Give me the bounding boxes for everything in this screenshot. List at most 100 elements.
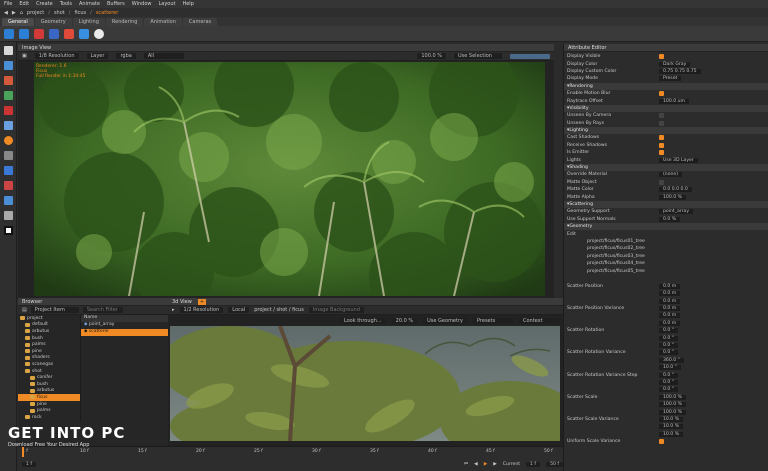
presets-select[interactable]: Presets: [473, 317, 513, 324]
attr-value[interactable]: 0.0 m: [659, 291, 681, 297]
tree-item[interactable]: rock: [18, 414, 80, 421]
box-icon[interactable]: [34, 28, 44, 39]
render-icon[interactable]: [64, 28, 74, 39]
timeline[interactable]: 1 f 10 f 15 f 20 f 25 f 30 f 35 f 40 f 45 f 50 f …: [18, 446, 563, 471]
menu-window[interactable]: Window: [132, 1, 152, 7]
attr-value[interactable]: 0.0 °: [659, 328, 679, 334]
attr-value[interactable]: Preset: [659, 76, 682, 82]
light-icon[interactable]: [94, 28, 104, 39]
attr-value[interactable]: 100.0 um: [659, 98, 689, 104]
use-geometry-toggle[interactable]: Use Geometry: [423, 317, 467, 324]
attr-value[interactable]: 0.0 °: [659, 343, 679, 349]
3d-zoom-field[interactable]: 20.0 %: [391, 317, 418, 324]
attr-section[interactable]: ▾ Shading: [564, 163, 768, 172]
menu-animate[interactable]: Animate: [79, 1, 100, 7]
menu-create[interactable]: Create: [36, 1, 53, 7]
attr-value[interactable]: (none): [659, 172, 683, 178]
scale-tool-icon[interactable]: [3, 91, 13, 100]
play-icon[interactable]: ▸: [172, 307, 175, 313]
tab-lighting[interactable]: Lighting: [72, 18, 105, 26]
step-forward-icon[interactable]: ▶: [493, 462, 497, 467]
attr-value[interactable]: 0.0 °: [659, 335, 679, 341]
attr-value[interactable]: 0.0 m: [659, 313, 681, 319]
end-frame-field[interactable]: 50 f: [546, 461, 563, 467]
tree-item[interactable]: shaders: [18, 355, 80, 362]
attr-value[interactable]: 0.0 m: [659, 298, 681, 304]
menu-buffers[interactable]: Buffers: [107, 1, 125, 7]
name-column-header[interactable]: Name: [81, 315, 168, 322]
measure-tool-icon[interactable]: [3, 211, 13, 220]
move-tool-icon[interactable]: [3, 61, 13, 70]
attr-checkbox[interactable]: [659, 120, 664, 126]
tree-item[interactable]: arbutus: [18, 388, 80, 395]
project-item-select[interactable]: Project Item: [30, 307, 79, 313]
home-icon[interactable]: ⌂: [20, 10, 23, 16]
menu-help[interactable]: Help: [182, 1, 193, 7]
list-item-selected[interactable]: ◆ scatterer: [81, 329, 168, 336]
selection-select[interactable]: Use Selection: [454, 53, 502, 59]
folder-icon[interactable]: ▤: [22, 307, 27, 313]
tree-item[interactable]: conifer: [18, 374, 80, 381]
snapshot-icon[interactable]: ▣: [22, 53, 27, 59]
attr-value[interactable]: 100.0 %: [659, 194, 686, 200]
resolution-select[interactable]: 1/8 Resolution: [34, 53, 79, 59]
paint-tool-icon[interactable]: [3, 106, 13, 115]
attr-value[interactable]: 100.0 %: [659, 402, 686, 408]
attr-value[interactable]: 0.0 m: [659, 283, 681, 289]
attr-value[interactable]: Dark Gray: [659, 61, 691, 67]
shield-icon[interactable]: [79, 28, 89, 39]
target-tool-icon[interactable]: [3, 136, 13, 145]
undo-icon[interactable]: [4, 28, 14, 39]
menu-tools[interactable]: Tools: [60, 1, 72, 7]
tree-item[interactable]: default: [18, 322, 80, 329]
attr-value[interactable]: 0.0 °: [659, 350, 679, 356]
color-swatch-icon[interactable]: [3, 226, 13, 235]
search-filter-input[interactable]: Search Filter: [82, 307, 123, 313]
tree-item[interactable]: palms: [18, 341, 80, 348]
attr-checkbox[interactable]: [659, 439, 664, 445]
attr-value[interactable]: 10.0 %: [659, 431, 684, 437]
select-tool-icon[interactable]: [3, 46, 13, 55]
playhead[interactable]: [22, 447, 24, 457]
attr-value[interactable]: 360.0 °: [659, 357, 684, 363]
attr-section[interactable]: ▾ Scattering: [564, 200, 768, 209]
3d-mode-select[interactable]: Local: [228, 307, 250, 313]
attr-value[interactable]: 0.0 °: [659, 387, 679, 393]
attr-value[interactable]: 10.0 %: [659, 424, 684, 430]
attr-checkbox[interactable]: [659, 179, 664, 185]
camera-tool-icon[interactable]: [3, 121, 13, 130]
attr-value[interactable]: 100.0 %: [659, 409, 686, 415]
attr-checkbox[interactable]: [659, 113, 664, 119]
attr-checkbox[interactable]: [659, 142, 664, 148]
rewind-icon[interactable]: ⏮: [464, 461, 468, 467]
attr-section[interactable]: ▾ Lighting: [564, 126, 768, 135]
tree-item[interactable]: shot: [18, 368, 80, 375]
timeline-ruler[interactable]: 1 f 10 f 15 f 20 f 25 f 30 f 35 f 40 f 45 f 50 f: [18, 447, 563, 457]
attr-value[interactable]: 10.0 %: [659, 416, 684, 422]
list-item[interactable]: ◆ point_array: [81, 322, 168, 329]
rotate-tool-icon[interactable]: [3, 76, 13, 85]
attr-section[interactable]: ▾ Rendering: [564, 82, 768, 90]
tree-item[interactable]: pine: [18, 348, 80, 355]
path-current[interactable]: scatterer: [96, 10, 119, 16]
play-button-icon[interactable]: ▶: [484, 462, 488, 467]
menu-edit[interactable]: Edit: [19, 1, 29, 7]
tree-item[interactable]: palms: [18, 407, 80, 414]
back-icon[interactable]: ◀: [4, 10, 8, 16]
pointer-tool-icon[interactable]: [3, 196, 13, 205]
forward-icon[interactable]: ▶: [12, 10, 16, 16]
eraser-tool-icon[interactable]: [3, 181, 13, 190]
step-back-icon[interactable]: ◀: [474, 462, 478, 467]
start-frame-field[interactable]: 1 f: [22, 461, 37, 467]
attr-value[interactable]: 0.0 %: [659, 216, 681, 222]
attr-value[interactable]: 100.0 %: [659, 394, 686, 400]
attr-section[interactable]: ▾ Visibility: [564, 104, 768, 113]
current-frame-field[interactable]: 1 f: [526, 461, 541, 467]
attr-value[interactable]: point_array: [659, 209, 694, 215]
cubes-icon[interactable]: [49, 28, 59, 39]
brush-tool-icon[interactable]: [3, 166, 13, 175]
attr-checkbox[interactable]: [659, 135, 664, 141]
all-select[interactable]: All: [143, 53, 184, 59]
redo-icon[interactable]: [19, 28, 29, 39]
context-select[interactable]: Context: [519, 317, 559, 324]
